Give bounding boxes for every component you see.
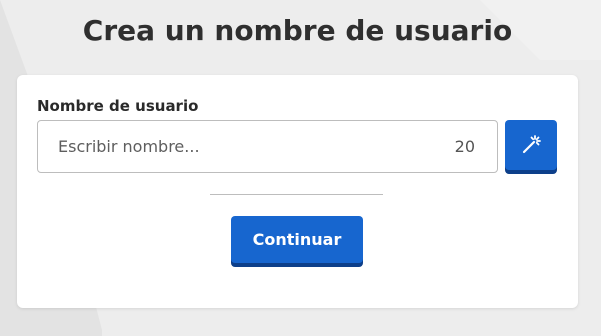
username-input[interactable] — [58, 121, 438, 172]
char-count: 20 — [454, 137, 475, 156]
magic-wand-icon — [522, 135, 541, 154]
divider — [210, 194, 383, 195]
username-card: Nombre de usuario 20 Continuar — [17, 75, 578, 308]
username-label: Nombre de usuario — [37, 97, 199, 115]
page-title: Crea un nombre de usuario — [82, 14, 513, 47]
generate-username-button[interactable] — [505, 120, 557, 170]
continue-button[interactable]: Continuar — [231, 216, 363, 263]
username-field[interactable]: 20 — [37, 120, 498, 173]
